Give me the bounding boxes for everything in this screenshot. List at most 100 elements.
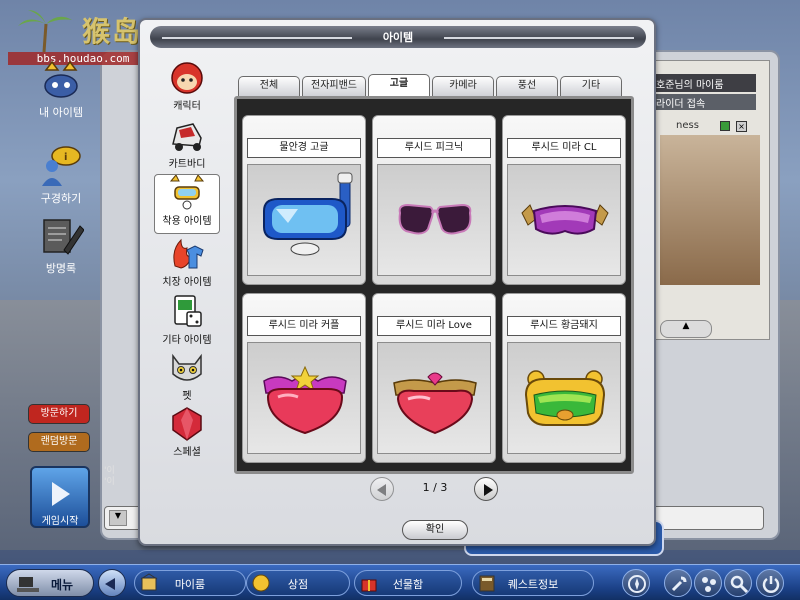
tab-balloon[interactable]: 풍선 <box>496 76 558 96</box>
arrow-left-icon <box>377 484 386 496</box>
gift-box-label: 선물함 <box>392 578 424 591</box>
item-card[interactable]: 물안경 고글 <box>242 115 366 285</box>
golden-pig-goggle-icon <box>524 370 606 426</box>
item-card[interactable]: 루시드 미라 CL <box>502 115 626 285</box>
kart-body-icon <box>172 123 202 151</box>
magnifier-icon <box>730 575 749 594</box>
item-card[interactable]: 루시드 황금돼지 <box>502 293 626 463</box>
next-page-button[interactable] <box>474 477 498 501</box>
search-button[interactable] <box>724 569 752 597</box>
nav-guestbook[interactable]: 방명록 <box>18 216 104 276</box>
item-image <box>507 164 621 276</box>
pink-visor-goggle-icon <box>521 204 609 235</box>
taskbar: 메뉴 마이룸 상점 선물함 퀘스트정보 <box>0 564 800 600</box>
menu-button[interactable]: 메뉴 <box>6 569 94 597</box>
scroll-up-button[interactable]: ▲ <box>660 320 712 338</box>
tab-other[interactable]: 기타 <box>560 76 622 96</box>
cat-pet-icon <box>172 353 202 381</box>
item-image <box>247 342 361 454</box>
random-visit-button[interactable]: 랜덤방문 <box>28 432 90 452</box>
category-decoration-item[interactable]: 치장 아이템 <box>154 236 220 294</box>
item-card[interactable]: 루시드 미라 커플 <box>242 293 366 463</box>
game-start-button[interactable]: 게임시작 <box>30 466 90 528</box>
decoration-flame-shirt-icon <box>173 238 204 269</box>
menu-label: 메뉴 <box>51 578 74 592</box>
item-name: 루시드 피크닉 <box>377 138 491 158</box>
item-name: 루시드 미라 커플 <box>247 316 361 336</box>
quest-info-label: 퀘스트정보 <box>507 578 559 591</box>
item-name: 루시드 미라 Love <box>377 316 491 336</box>
category-label: 캐릭터 <box>173 101 201 112</box>
shop-button[interactable]: 상점 <box>246 570 350 596</box>
settings-button[interactable] <box>664 569 692 597</box>
item-bag-icon <box>44 60 78 98</box>
rider-status: 라이더 접속 <box>652 94 756 110</box>
dialog-title: 아이템 <box>382 31 414 44</box>
character-face-icon <box>171 62 203 94</box>
watermark: 猴岛 bbs.houdao.com <box>8 8 158 65</box>
left-navigation: 내 아이템 i 구경하기 방명록 방문하기 랜덤방문 게임시작 <box>0 60 120 560</box>
item-image <box>377 164 491 276</box>
heart-love-goggle-icon <box>393 372 477 435</box>
pagination: 1 / 3 <box>370 476 500 502</box>
item-name: 물안경 고글 <box>247 138 361 158</box>
category-label: 스페셜 <box>173 447 201 458</box>
red-gem-icon <box>172 407 202 441</box>
quest-info-button[interactable]: 퀘스트정보 <box>472 570 594 596</box>
tab-all[interactable]: 전체 <box>238 76 300 96</box>
item-name: 루시드 미라 CL <box>507 138 621 158</box>
page-indicator: 1 / 3 <box>422 481 448 494</box>
tab-electronic-band[interactable]: 전자피밴드 <box>302 76 366 96</box>
compass-button[interactable] <box>622 569 650 597</box>
myroom-label: 마이룸 <box>174 578 206 591</box>
menu-computer-icon <box>17 577 39 592</box>
item-tabs: 전체 전자피밴드 고글 카메라 풍선 기타 <box>238 74 626 96</box>
category-label: 치장 아이템 <box>162 277 212 288</box>
category-other-item[interactable]: 기타 아이템 <box>154 294 220 352</box>
network-icon <box>702 577 716 592</box>
category-label: 기타 아이템 <box>162 335 212 346</box>
dialog-titlebar[interactable]: 아이템 <box>150 26 646 48</box>
item-card[interactable]: 루시드 피크닉 <box>372 115 496 285</box>
compass-icon <box>628 575 646 593</box>
prev-page-button[interactable] <box>370 477 394 501</box>
building-window <box>660 135 760 285</box>
nav-browse[interactable]: i 구경하기 <box>18 146 104 206</box>
arrow-right-icon <box>484 484 493 496</box>
item-card[interactable]: 루시드 미라 Love <box>372 293 496 463</box>
category-list: 캐릭터 카트바디 착용 아이템 치장 아이템 기타 아이템 펫 스페셜 <box>154 60 220 480</box>
gift-box-button[interactable]: 선물함 <box>354 570 462 596</box>
back-button[interactable] <box>98 569 126 597</box>
category-special[interactable]: 스페셜 <box>154 406 220 464</box>
room-title: 호준님의 마이룸 <box>652 74 756 92</box>
partial-text: ness <box>676 120 699 131</box>
nav-label: 방명록 <box>45 262 77 275</box>
sunglasses-icon <box>398 203 472 235</box>
browse-person-icon: i <box>42 146 81 186</box>
item-dialog: 아이템 캐릭터 카트바디 착용 아이템 치장 아이템 기타 아이템 펫 스페셜 … <box>138 18 656 546</box>
snorkel-goggle-icon <box>263 172 353 256</box>
tab-camera[interactable]: 카메라 <box>432 76 494 96</box>
category-pet[interactable]: 펫 <box>154 350 220 408</box>
play-icon <box>52 482 70 506</box>
power-icon <box>762 576 780 593</box>
item-image <box>247 164 361 276</box>
shop-label: 상점 <box>287 578 309 591</box>
tab-goggle[interactable]: 고글 <box>368 74 430 96</box>
category-label: 카트바디 <box>168 159 206 170</box>
item-name: 루시드 황금돼지 <box>507 316 621 336</box>
network-button[interactable] <box>694 569 722 597</box>
category-wear-item[interactable]: 착용 아이템 <box>154 174 220 234</box>
myroom-button[interactable]: 마이룸 <box>134 570 246 596</box>
nav-my-items[interactable]: 내 아이템 <box>18 60 104 120</box>
visit-button[interactable]: 방문하기 <box>28 404 90 424</box>
confirm-button[interactable]: 확인 <box>402 520 468 540</box>
nav-label: 구경하기 <box>40 192 82 205</box>
heart-star-goggle-icon <box>263 365 347 435</box>
wear-item-icon <box>169 175 205 210</box>
category-character[interactable]: 캐릭터 <box>154 60 220 118</box>
palm-tree-icon <box>18 10 72 52</box>
category-kart-body[interactable]: 카트바디 <box>154 118 220 176</box>
close-icon[interactable]: × <box>736 121 747 132</box>
power-button[interactable] <box>756 569 784 597</box>
